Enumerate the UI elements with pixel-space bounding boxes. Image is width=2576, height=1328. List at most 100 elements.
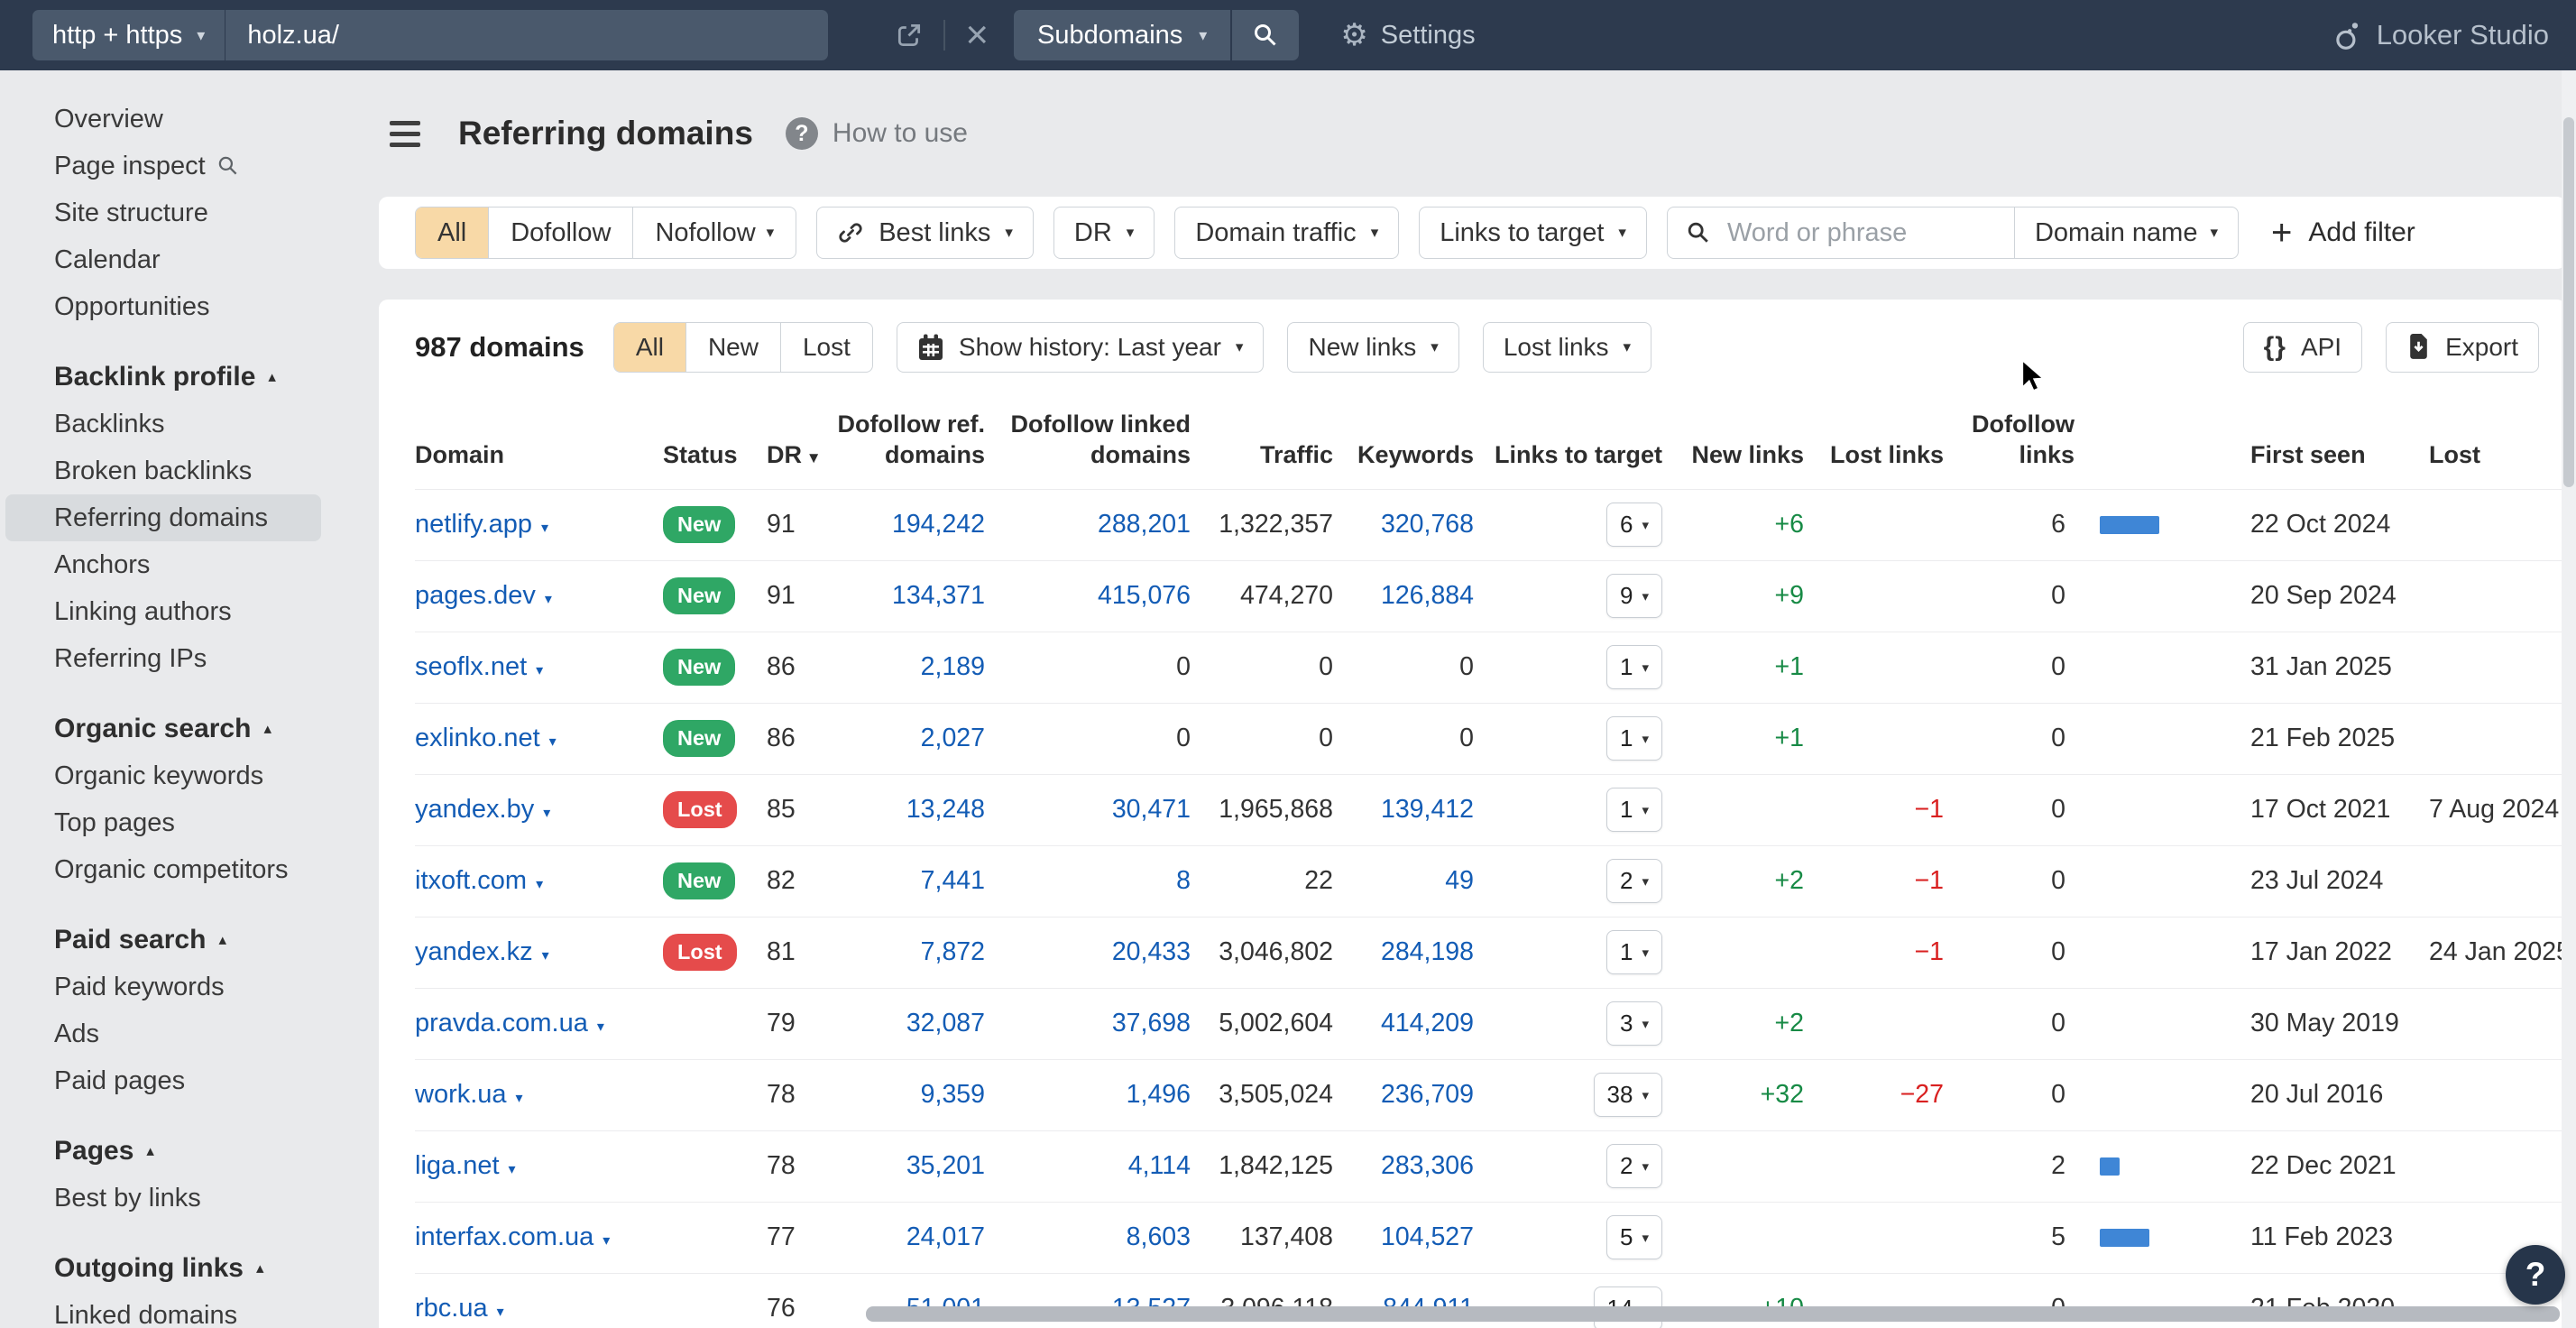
dofollow-ref-link[interactable]: 9,359	[921, 1080, 985, 1109]
domain-link[interactable]: yandex.by	[415, 795, 534, 824]
looker-studio-link[interactable]: Looker Studio	[2333, 19, 2549, 51]
api-button[interactable]: {} API	[2243, 322, 2363, 373]
search-scope-dropdown[interactable]: Domain name ▾	[2014, 208, 2238, 258]
sidebar-item-paid-keywords[interactable]: Paid keywords	[54, 964, 352, 1010]
domain-link[interactable]: pravda.com.ua	[415, 1009, 588, 1038]
dofollow-linked-link[interactable]: 8	[1176, 866, 1191, 895]
dofollow-linked-link[interactable]: 415,076	[1098, 581, 1191, 610]
new-links-dropdown[interactable]: New links ▾	[1287, 322, 1458, 373]
sidebar-item-referring-domains[interactable]: Referring domains	[5, 494, 321, 541]
status-tab-lost[interactable]: Lost	[780, 323, 872, 372]
dofollow-linked-link[interactable]: 288,201	[1098, 510, 1191, 539]
links-to-target-dropdown[interactable]: 2▾	[1606, 859, 1662, 903]
column-header-lost[interactable]: Lost	[2404, 386, 2566, 489]
scope-dropdown[interactable]: Subdomains ▾	[1014, 10, 1230, 60]
menu-icon[interactable]	[390, 121, 420, 147]
column-header-new-links[interactable]: New links	[1662, 386, 1804, 489]
keywords-link[interactable]: 283,306	[1381, 1151, 1474, 1180]
dofollow-linked-link[interactable]: 1,496	[1127, 1080, 1191, 1109]
target-url-input[interactable]	[225, 10, 828, 60]
dofollow-ref-link[interactable]: 7,441	[921, 866, 985, 895]
links-to-target-dropdown[interactable]: 1▾	[1606, 645, 1662, 689]
sidebar-section-organic-search[interactable]: Organic search▴	[54, 706, 352, 752]
links-to-target-dropdown[interactable]: 1▾	[1606, 716, 1662, 761]
sidebar-section-pages[interactable]: Pages▴	[54, 1128, 352, 1175]
sidebar-section-outgoing-links[interactable]: Outgoing links▴	[54, 1245, 352, 1292]
column-header-traffic[interactable]: Traffic	[1191, 386, 1333, 489]
sidebar-item-page-inspect[interactable]: Page inspect	[54, 143, 352, 189]
open-external-link-icon[interactable]	[895, 21, 924, 50]
filter-domain-traffic-dropdown[interactable]: Domain traffic▾	[1174, 207, 1399, 259]
filter-dr-dropdown[interactable]: DR▾	[1053, 207, 1155, 259]
column-header-status[interactable]: Status	[663, 386, 767, 489]
links-to-target-dropdown[interactable]: 6▾	[1606, 503, 1662, 547]
dofollow-linked-link[interactable]: 20,433	[1112, 937, 1191, 966]
links-to-target-dropdown[interactable]: 1▾	[1606, 930, 1662, 974]
column-header-dofollow-linked-domains[interactable]: Dofollow linked domains	[985, 386, 1191, 489]
filter-tab-dofollow[interactable]: Dofollow	[488, 208, 632, 258]
sidebar-item-site-structure[interactable]: Site structure	[54, 189, 352, 236]
word-or-phrase-input[interactable]	[1725, 217, 1996, 249]
sidebar-item-anchors[interactable]: Anchors	[54, 541, 352, 588]
dofollow-linked-link[interactable]: 37,698	[1112, 1009, 1191, 1038]
sidebar-item-broken-backlinks[interactable]: Broken backlinks	[54, 447, 352, 494]
links-to-target-dropdown[interactable]: 3▾	[1606, 1001, 1662, 1046]
dofollow-ref-link[interactable]: 2,189	[921, 652, 985, 681]
sidebar-item-best-by-links[interactable]: Best by links	[54, 1175, 352, 1222]
links-to-target-dropdown[interactable]: 38▾	[1594, 1073, 1662, 1117]
show-history-dropdown[interactable]: Show history: Last year ▾	[897, 322, 1265, 373]
settings-button[interactable]: ⚙ Settings	[1340, 17, 1475, 53]
export-button[interactable]: Export	[2386, 322, 2539, 373]
vertical-scrollbar[interactable]	[2563, 117, 2574, 487]
domain-link[interactable]: netlify.app	[415, 510, 532, 539]
sidebar-item-paid-pages[interactable]: Paid pages	[54, 1057, 352, 1104]
dofollow-ref-link[interactable]: 2,027	[921, 724, 985, 752]
domain-link[interactable]: pages.dev	[415, 581, 536, 610]
domain-link[interactable]: rbc.ua	[415, 1294, 488, 1323]
question-circle-icon[interactable]: ?	[786, 117, 818, 150]
keywords-link[interactable]: 139,412	[1381, 795, 1474, 824]
domain-link[interactable]: seoflx.net	[415, 652, 527, 681]
dofollow-ref-link[interactable]: 13,248	[906, 795, 985, 824]
horizontal-scrollbar[interactable]	[866, 1306, 2560, 1322]
keywords-link[interactable]: 126,884	[1381, 581, 1474, 610]
filter-tab-nofollow[interactable]: Nofollow▾	[632, 208, 796, 258]
domain-link[interactable]: exlinko.net	[415, 724, 540, 752]
links-to-target-dropdown[interactable]: 1▾	[1606, 788, 1662, 832]
keywords-link[interactable]: 284,198	[1381, 937, 1474, 966]
sidebar-item-calendar[interactable]: Calendar	[54, 236, 352, 283]
domain-link[interactable]: yandex.kz	[415, 937, 533, 966]
keywords-link[interactable]: 414,209	[1381, 1009, 1474, 1038]
column-header-domain[interactable]: Domain	[415, 386, 663, 489]
column-header-keywords[interactable]: Keywords	[1333, 386, 1474, 489]
links-to-target-dropdown[interactable]: 2▾	[1606, 1144, 1662, 1188]
lost-links-dropdown[interactable]: Lost links ▾	[1483, 322, 1651, 373]
column-header-dofollow-ref-domains[interactable]: Dofollow ref. domains	[825, 386, 985, 489]
column-header-first-seen[interactable]: First seen	[2205, 386, 2404, 489]
protocol-dropdown[interactable]: http + https ▾	[32, 10, 225, 60]
sidebar-item-opportunities[interactable]: Opportunities	[54, 283, 352, 330]
links-to-target-dropdown[interactable]: 9▾	[1606, 574, 1662, 618]
dofollow-ref-link[interactable]: 134,371	[892, 581, 985, 610]
how-to-use-link[interactable]: How to use	[833, 118, 968, 149]
dofollow-ref-link[interactable]: 32,087	[906, 1009, 985, 1038]
sidebar-item-linked-domains[interactable]: Linked domains	[54, 1292, 352, 1328]
keywords-link[interactable]: 320,768	[1381, 510, 1474, 539]
sidebar-item-top-pages[interactable]: Top pages	[54, 799, 352, 846]
dofollow-linked-link[interactable]: 30,471	[1112, 795, 1191, 824]
sidebar-section-backlink-profile[interactable]: Backlink profile▴	[54, 354, 352, 401]
sidebar-item-organic-keywords[interactable]: Organic keywords	[54, 752, 352, 799]
sidebar-item-ads[interactable]: Ads	[54, 1010, 352, 1057]
keywords-link[interactable]: 104,527	[1381, 1222, 1474, 1251]
column-header-dofollow-links[interactable]: Dofollow links	[1944, 386, 2205, 489]
domain-link[interactable]: itxoft.com	[415, 866, 527, 895]
sidebar-item-organic-competitors[interactable]: Organic competitors	[54, 846, 352, 893]
column-header-dr[interactable]: DR ▼	[767, 386, 825, 489]
dofollow-ref-link[interactable]: 7,872	[921, 937, 985, 966]
keywords-link[interactable]: 49	[1445, 866, 1474, 895]
column-header-links-to-target[interactable]: Links to target	[1474, 386, 1662, 489]
dofollow-linked-link[interactable]: 8,603	[1127, 1222, 1191, 1251]
clear-target-icon[interactable]: ×	[965, 15, 989, 55]
domain-link[interactable]: work.ua	[415, 1080, 507, 1109]
dofollow-ref-link[interactable]: 194,242	[892, 510, 985, 539]
